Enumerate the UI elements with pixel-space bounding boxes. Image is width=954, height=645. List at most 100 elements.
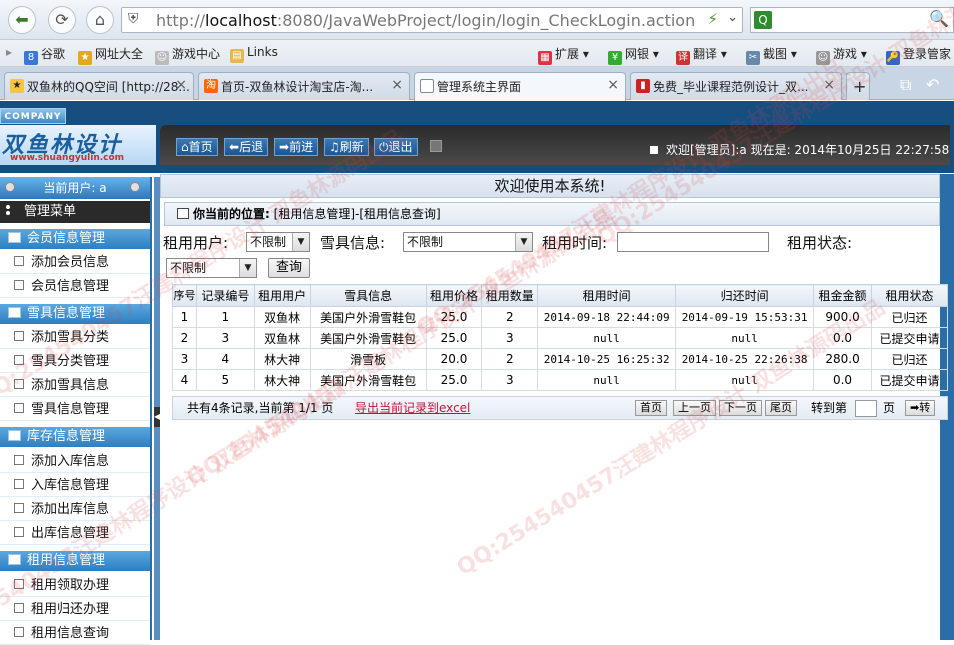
user-filter-select[interactable]: 不限制 ▼ (246, 232, 310, 252)
home-button[interactable]: ⌂首页 (176, 138, 218, 156)
menu-stock-in-manage[interactable]: 入库信息管理 (0, 474, 150, 497)
back-icon[interactable]: ⬅ (8, 6, 36, 34)
table-row[interactable]: 3 4 林大神 滑雪板 20.0 2 2014-10-25 16:25:32 2… (172, 348, 949, 370)
export-excel-link[interactable]: 导出当前记录到excel (355, 397, 470, 419)
col-quantity: 租用数量 (481, 284, 539, 307)
bookmark-games-center[interactable]: ☺ 游戏中心 (155, 45, 220, 65)
chevron-down-icon[interactable]: ⌄ (727, 10, 738, 25)
undo-close-icon[interactable]: ↶ (926, 75, 939, 94)
group-inventory[interactable]: 库存信息管理 (0, 427, 150, 447)
col-index: 序号 (172, 284, 197, 307)
page-unit-label: 页 (883, 401, 896, 415)
menu-member-manage[interactable]: 会员信息管理 (0, 275, 150, 298)
page-number-input[interactable] (855, 400, 877, 417)
address-bar[interactable]: ⛨ http://localhost:8080/JavaWebProject/l… (121, 7, 743, 33)
cell-amount: 280.0 (813, 348, 872, 370)
col-gear: 雪具信息 (309, 284, 427, 307)
menu-rental-query[interactable]: 租用信息查询 (0, 622, 150, 645)
table-row[interactable]: 4 5 林大神 美国户外滑雪鞋包 25.0 3 null null 0.0 已提… (172, 369, 949, 391)
new-tab-button[interactable]: + (846, 72, 870, 100)
cell-record-id: 4 (195, 348, 255, 370)
gear-filter-select[interactable]: 不限制 ▼ (403, 232, 533, 252)
tab-course-design[interactable]: ▮ 免费_毕业课程范例设计_双... × (630, 72, 842, 100)
menu-add-member[interactable]: 添加会员信息 (0, 251, 150, 274)
status-filter-select[interactable]: 不限制 ▼ (166, 258, 257, 278)
cell-status: 已提交申请 (870, 369, 949, 391)
close-icon[interactable]: × (607, 77, 619, 93)
prev-page-button[interactable]: 上一页 (673, 400, 716, 416)
cell-gear: 滑雪板 (309, 348, 427, 370)
cell-index: 3 (172, 348, 197, 370)
menu-gear-manage[interactable]: 雪具信息管理 (0, 398, 150, 421)
tab-taobao-shop[interactable]: 淘 首页-双鱼林设计淘宝店-淘... × (198, 72, 410, 100)
search-icon[interactable]: 🔍 (929, 9, 949, 28)
group-gear[interactable]: 雪具信息管理 (0, 304, 150, 324)
sidebar-splitter[interactable]: ◀ (154, 177, 160, 640)
cell-quantity: 3 (481, 327, 539, 349)
menu-gear-category-manage[interactable]: 雪具分类管理 (0, 350, 150, 373)
table-row[interactable]: 2 3 双鱼林 美国户外滑雪鞋包 25.0 3 null null 0.0 已提… (172, 327, 949, 349)
toolbar-extensions[interactable]: ▦ 扩展 ▾ (538, 45, 589, 65)
toolbar-translate[interactable]: 译翻译 ▾ (676, 45, 727, 65)
col-record-id: 记录编号 (195, 284, 255, 307)
square-icon (650, 146, 658, 154)
query-button[interactable]: 查询 (268, 258, 310, 278)
cell-user: 林大神 (253, 369, 311, 391)
forward-button[interactable]: ➡前进 (274, 138, 319, 156)
go-button[interactable]: ➡转 (905, 400, 936, 416)
close-icon[interactable]: × (823, 77, 835, 93)
tab-qq-space[interactable]: ★ 双鱼林的QQ空间 [http://28... × (4, 72, 194, 100)
qq-icon: ★ (10, 79, 24, 93)
cell-quantity: 2 (481, 348, 539, 370)
logout-button[interactable]: ⏻退出 (374, 138, 418, 156)
cell-amount: 0.0 (813, 327, 872, 349)
menu-rental-return[interactable]: 租用归还办理 (0, 598, 150, 621)
menu-rental-pickup[interactable]: 租用领取办理 (0, 574, 150, 597)
toolbar-screenshot[interactable]: ✂ 截图 ▾ (746, 45, 797, 65)
goto-label: 转到第 (811, 401, 848, 415)
grid-icon (6, 205, 18, 215)
menu-add-stock-out[interactable]: 添加出库信息 (0, 498, 150, 521)
record-summary: 共有4条记录,当前第 1/1 页 (187, 401, 334, 415)
group-member[interactable]: 会员信息管理 (0, 229, 150, 249)
reload-icon[interactable]: ⟳ (48, 6, 76, 34)
search-engine-icon[interactable]: Q (754, 11, 772, 29)
time-filter-input[interactable] (617, 232, 769, 252)
lightning-icon[interactable]: ⚡ (707, 10, 718, 28)
toolbar-login-manager[interactable]: 🔑 登录管家 (886, 45, 951, 65)
close-icon[interactable]: × (175, 77, 187, 93)
toolbar-bank[interactable]: ¥ 网银 ▾ (608, 45, 659, 65)
tab-list-icon[interactable]: ⧉ (900, 75, 911, 95)
cell-quantity: 2 (481, 306, 539, 328)
cell-price: 25.0 (425, 327, 483, 349)
cell-price: 25.0 (425, 306, 483, 328)
bookmark-links[interactable]: ▤ Links (230, 45, 278, 63)
search-box[interactable]: Q 🔍 (750, 7, 954, 33)
table-header-row: 序号 记录编号 租用用户 雪具信息 租用价格 租用数量 租用时间 归还时间 租金… (172, 284, 949, 307)
tab-admin-main[interactable]: 管理系统主界面 × (414, 72, 626, 101)
menu-add-gear[interactable]: 添加雪具信息 (0, 374, 150, 397)
menu-stock-out-manage[interactable]: 出库信息管理 (0, 522, 150, 545)
collapse-arrow-icon[interactable]: ◀ (154, 407, 160, 427)
chevron-down-icon: ▼ (292, 233, 309, 251)
logo: 双鱼林设计 www.shuangyulin.com (0, 125, 156, 165)
bookmark-hao123[interactable]: ★ 网址大全 (78, 45, 143, 65)
cell-rent-time: 2014-10-25 16:25:32 (537, 348, 677, 370)
refresh-button[interactable]: ♫刷新 (324, 138, 369, 156)
logo-url: www.shuangyulin.com (10, 153, 125, 163)
back-button[interactable]: ⬅后退 (224, 138, 269, 156)
toolbar-games[interactable]: ☺ 游戏 ▾ (816, 45, 867, 65)
menu-add-stock-in[interactable]: 添加入库信息 (0, 450, 150, 473)
page-icon (420, 79, 434, 93)
last-page-button[interactable]: 尾页 (765, 400, 797, 416)
col-amount: 租金金额 (813, 284, 872, 307)
close-icon[interactable]: × (391, 77, 403, 93)
bookmark-google[interactable]: 8 谷歌 (24, 45, 65, 65)
sidebar: 当前用户: a 管理菜单 会员信息管理 添加会员信息 会员信息管理 雪具信息管理… (0, 177, 152, 645)
table-row[interactable]: 1 1 双鱼林 美国户外滑雪鞋包 25.0 2 2014-09-18 22:44… (172, 306, 949, 328)
next-page-button[interactable]: 下一页 (719, 400, 762, 416)
first-page-button[interactable]: 首页 (635, 400, 667, 416)
menu-add-gear-category[interactable]: 添加雪具分类 (0, 326, 150, 349)
group-rental[interactable]: 租用信息管理 (0, 551, 150, 571)
home-icon[interactable]: ⌂ (86, 6, 114, 34)
